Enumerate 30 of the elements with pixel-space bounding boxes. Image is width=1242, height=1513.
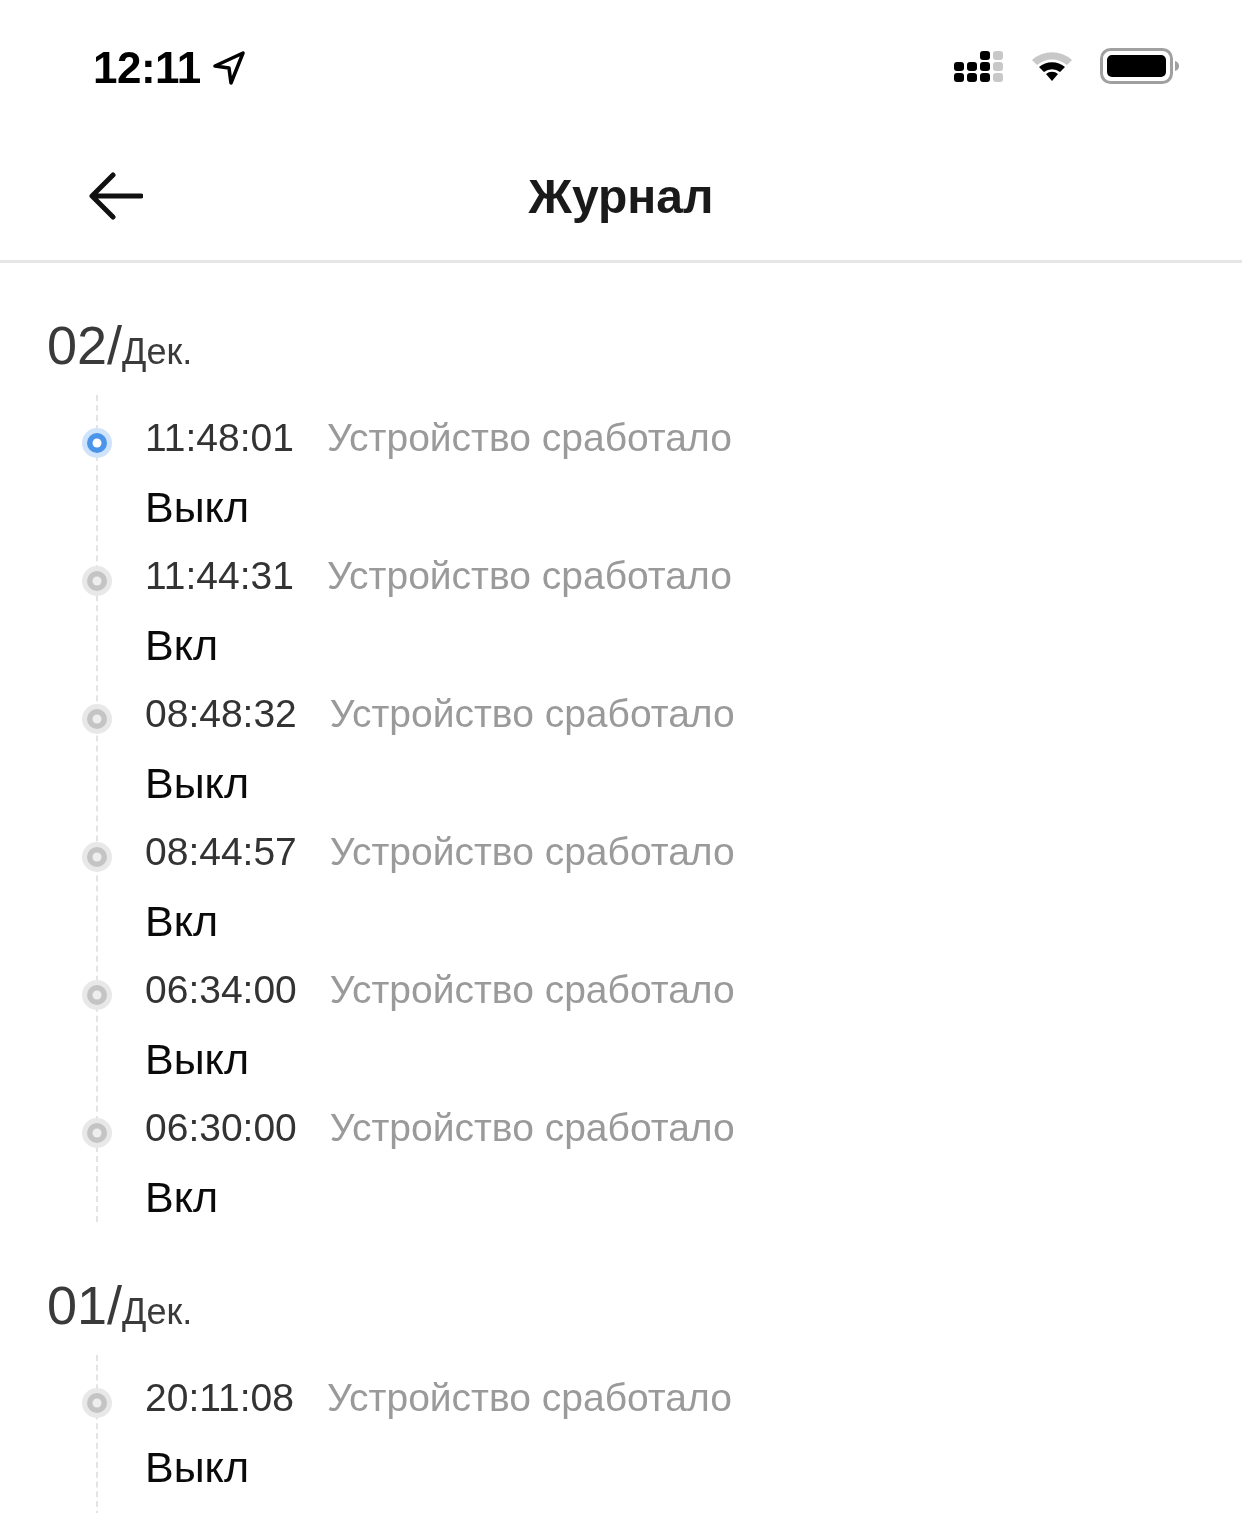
location-arrow-icon	[212, 51, 245, 85]
event-time: 08:48:32	[145, 692, 297, 736]
event-state: Выкл	[145, 482, 249, 532]
event-state: Выкл	[145, 1442, 249, 1492]
event-description: Устройство сработало	[329, 830, 735, 874]
back-arrow-icon	[89, 172, 143, 220]
wifi-icon	[1030, 49, 1074, 83]
page-title: Журнал	[527, 168, 715, 224]
event-time: 11:48:01	[145, 416, 294, 460]
event-description: Устройство сработало	[326, 1376, 732, 1420]
event-time: 06:34:00	[145, 968, 297, 1012]
event-state: Выкл	[145, 1034, 249, 1084]
event-time: 06:30:00	[145, 1106, 297, 1150]
event-time: 08:44:57	[145, 830, 297, 874]
date-heading: 01/Дек.	[47, 1275, 193, 1335]
battery-icon	[1100, 48, 1180, 84]
event-time: 20:11:08	[145, 1376, 294, 1420]
event-state: Выкл	[145, 758, 249, 808]
date-heading: 02/Дек.	[47, 315, 193, 375]
event-state: Вкл	[145, 896, 219, 946]
event-state: Вкл	[145, 620, 219, 670]
event-description: Устройство сработало	[329, 968, 735, 1012]
event-time: 11:44:31	[145, 554, 294, 598]
cellular-signal-icon	[954, 49, 1004, 83]
event-description: Устройство сработало	[329, 1106, 735, 1150]
status-time: 12:11	[93, 43, 201, 93]
event-description: Устройство сработало	[329, 692, 735, 736]
event-description: Устройство сработало	[326, 554, 732, 598]
event-description: Устройство сработало	[326, 416, 732, 460]
event-state: Вкл	[145, 1172, 219, 1222]
